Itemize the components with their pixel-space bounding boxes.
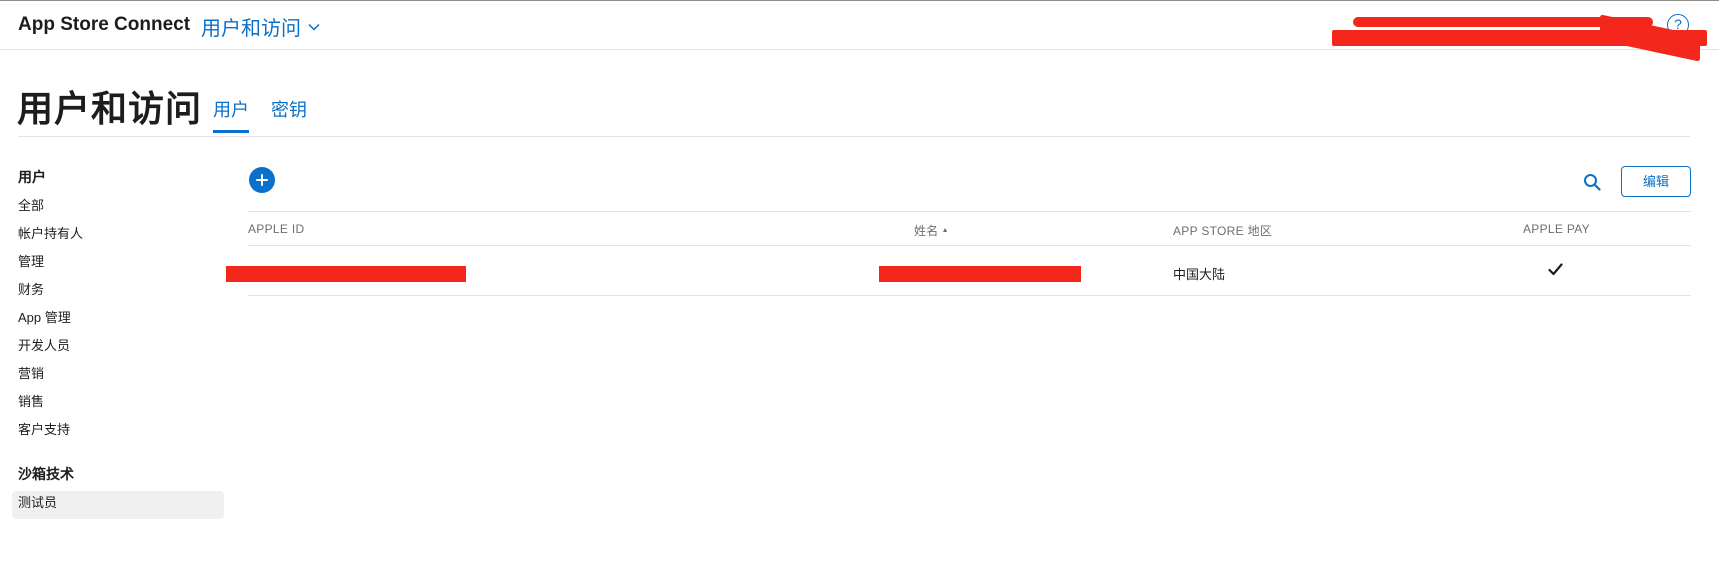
section-switcher[interactable]: 用户和访问 <box>201 12 320 41</box>
sort-ascending-icon: ▲ <box>941 227 949 234</box>
column-header-name[interactable]: 姓名 ▲ <box>914 222 949 239</box>
table-row-border <box>248 295 1691 296</box>
edit-button[interactable]: 编辑 <box>1621 166 1691 197</box>
add-user-button[interactable] <box>249 167 275 193</box>
tab-keys[interactable]: 密钥 <box>271 96 307 136</box>
table-header-border <box>248 245 1691 246</box>
sidebar-item-finance[interactable]: 财务 <box>12 278 224 306</box>
tab-users[interactable]: 用户 <box>213 96 249 136</box>
sidebar-item-developer[interactable]: 开发人员 <box>12 334 224 362</box>
column-header-region: APP STORE 地区 <box>1173 224 1273 238</box>
redacted-name <box>879 266 1081 282</box>
header-divider <box>18 136 1690 137</box>
tab-bar: 用户 密钥 <box>213 96 307 136</box>
table-top-border <box>248 211 1691 212</box>
sidebar-heading-sandbox: 沙箱技术 <box>18 466 74 482</box>
checkmark-icon <box>1548 263 1563 276</box>
sidebar-item-marketing[interactable]: 营销 <box>12 362 224 390</box>
column-header-name-label: 姓名 <box>914 224 939 238</box>
column-header-apple-pay: APPLE PAY <box>1523 222 1590 236</box>
sidebar-item-app-manager[interactable]: App 管理 <box>12 306 224 334</box>
search-icon[interactable] <box>1583 173 1601 191</box>
chevron-down-icon <box>308 23 320 31</box>
section-switcher-label: 用户和访问 <box>201 18 301 40</box>
sidebar-item-all[interactable]: 全部 <box>12 194 224 222</box>
column-header-apple-id: APPLE ID <box>248 222 305 236</box>
page-title: 用户和访问 <box>17 88 203 129</box>
app-name[interactable]: App Store Connect <box>18 14 190 36</box>
sidebar-item-customer-support[interactable]: 客户支持 <box>12 418 224 446</box>
top-bar: App Store Connect 用户和访问 ? <box>0 0 1719 62</box>
sidebar: 用户 全部 帐户持有人 管理 财务 App 管理 开发人员 营销 销售 客户支持… <box>12 166 224 519</box>
sidebar-item-account-holder[interactable]: 帐户持有人 <box>12 222 224 250</box>
redacted-apple-id <box>226 266 466 282</box>
region-cell: 中国大陆 <box>1173 267 1226 282</box>
sidebar-item-testers[interactable]: 测试员 <box>12 491 224 519</box>
sidebar-item-admin[interactable]: 管理 <box>12 250 224 278</box>
sidebar-heading-users: 用户 <box>18 169 46 185</box>
sidebar-item-sales[interactable]: 销售 <box>12 390 224 418</box>
